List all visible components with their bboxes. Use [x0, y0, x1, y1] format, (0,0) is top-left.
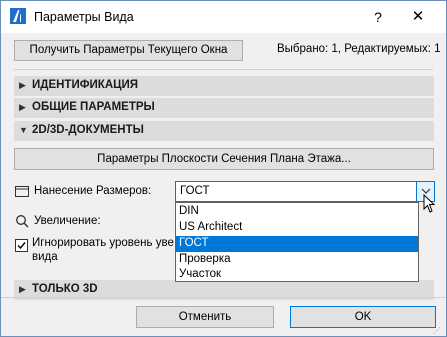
section-label: ТОЛЬКО 3D [32, 283, 98, 295]
cancel-button[interactable]: Отменить [136, 306, 274, 328]
dropdown-option-gost[interactable]: ГОСТ [176, 236, 418, 252]
resize-grip-icon[interactable]: ⋰ [433, 326, 441, 335]
dropdown-option-plot[interactable]: Участок [176, 267, 418, 283]
section-label: 2D/3D-ДОКУМЕНТЫ [32, 124, 144, 136]
footer-divider [1, 297, 446, 298]
section-identification[interactable]: ▶ ИДЕНТИФИКАЦИЯ [14, 76, 434, 96]
ok-button[interactable]: OK [290, 306, 436, 328]
zoom-label: Увеличение: [34, 215, 101, 227]
expand-arrow-icon: ▶ [19, 102, 26, 112]
dimensioning-value: ГОСТ [180, 185, 210, 197]
divider [14, 69, 433, 70]
collapse-arrow-icon: ▼ [19, 125, 28, 135]
dimensioning-label: Нанесение Размеров: [34, 185, 152, 197]
dimensioning-select[interactable]: ГОСТ [175, 181, 435, 202]
dropdown-option-din[interactable]: DIN [176, 204, 418, 220]
dropdown-option-us-architect[interactable]: US Architect [176, 220, 418, 236]
dimension-icon [15, 186, 29, 197]
dimensioning-dropdown-list: DIN US Architect ГОСТ Проверка Участок [175, 202, 419, 282]
dropdown-option-check[interactable]: Проверка [176, 252, 418, 268]
expand-arrow-icon: ▶ [19, 284, 26, 294]
section-label: ИДЕНТИФИКАЦИЯ [32, 79, 139, 91]
ignore-zoom-label-line2: вида [32, 251, 58, 263]
view-settings-dialog: Параметры Вида ? ✕ Получить Параметры Те… [0, 0, 447, 337]
checkmark-icon [17, 242, 26, 250]
magnifier-icon [16, 215, 29, 228]
ignore-zoom-label: Игнорировать уровень уве [32, 237, 174, 249]
close-button[interactable]: ✕ [405, 6, 431, 28]
floor-plan-cut-plane-button[interactable]: Параметры Плоскости Сечения Плана Этажа.… [14, 148, 434, 170]
window-title: Параметры Вида [34, 10, 134, 24]
help-button[interactable]: ? [367, 6, 389, 28]
section-general-params[interactable]: ▶ ОБЩИЕ ПАРАМЕТРЫ [14, 98, 434, 118]
ignore-zoom-checkbox[interactable] [15, 239, 28, 252]
mouse-cursor-icon [423, 194, 436, 213]
title-bar: Параметры Вида ? ✕ [1, 1, 446, 33]
archicad-app-icon [10, 8, 26, 24]
section-label: ОБЩИЕ ПАРАМЕТРЫ [32, 101, 155, 113]
section-2d3d-documents[interactable]: ▼ 2D/3D-ДОКУМЕНТЫ [14, 121, 434, 141]
selection-info: Выбрано: 1, Редактируемых: 1 [277, 43, 441, 55]
get-current-window-params-button[interactable]: Получить Параметры Текущего Окна [14, 40, 243, 61]
expand-arrow-icon: ▶ [19, 80, 26, 90]
